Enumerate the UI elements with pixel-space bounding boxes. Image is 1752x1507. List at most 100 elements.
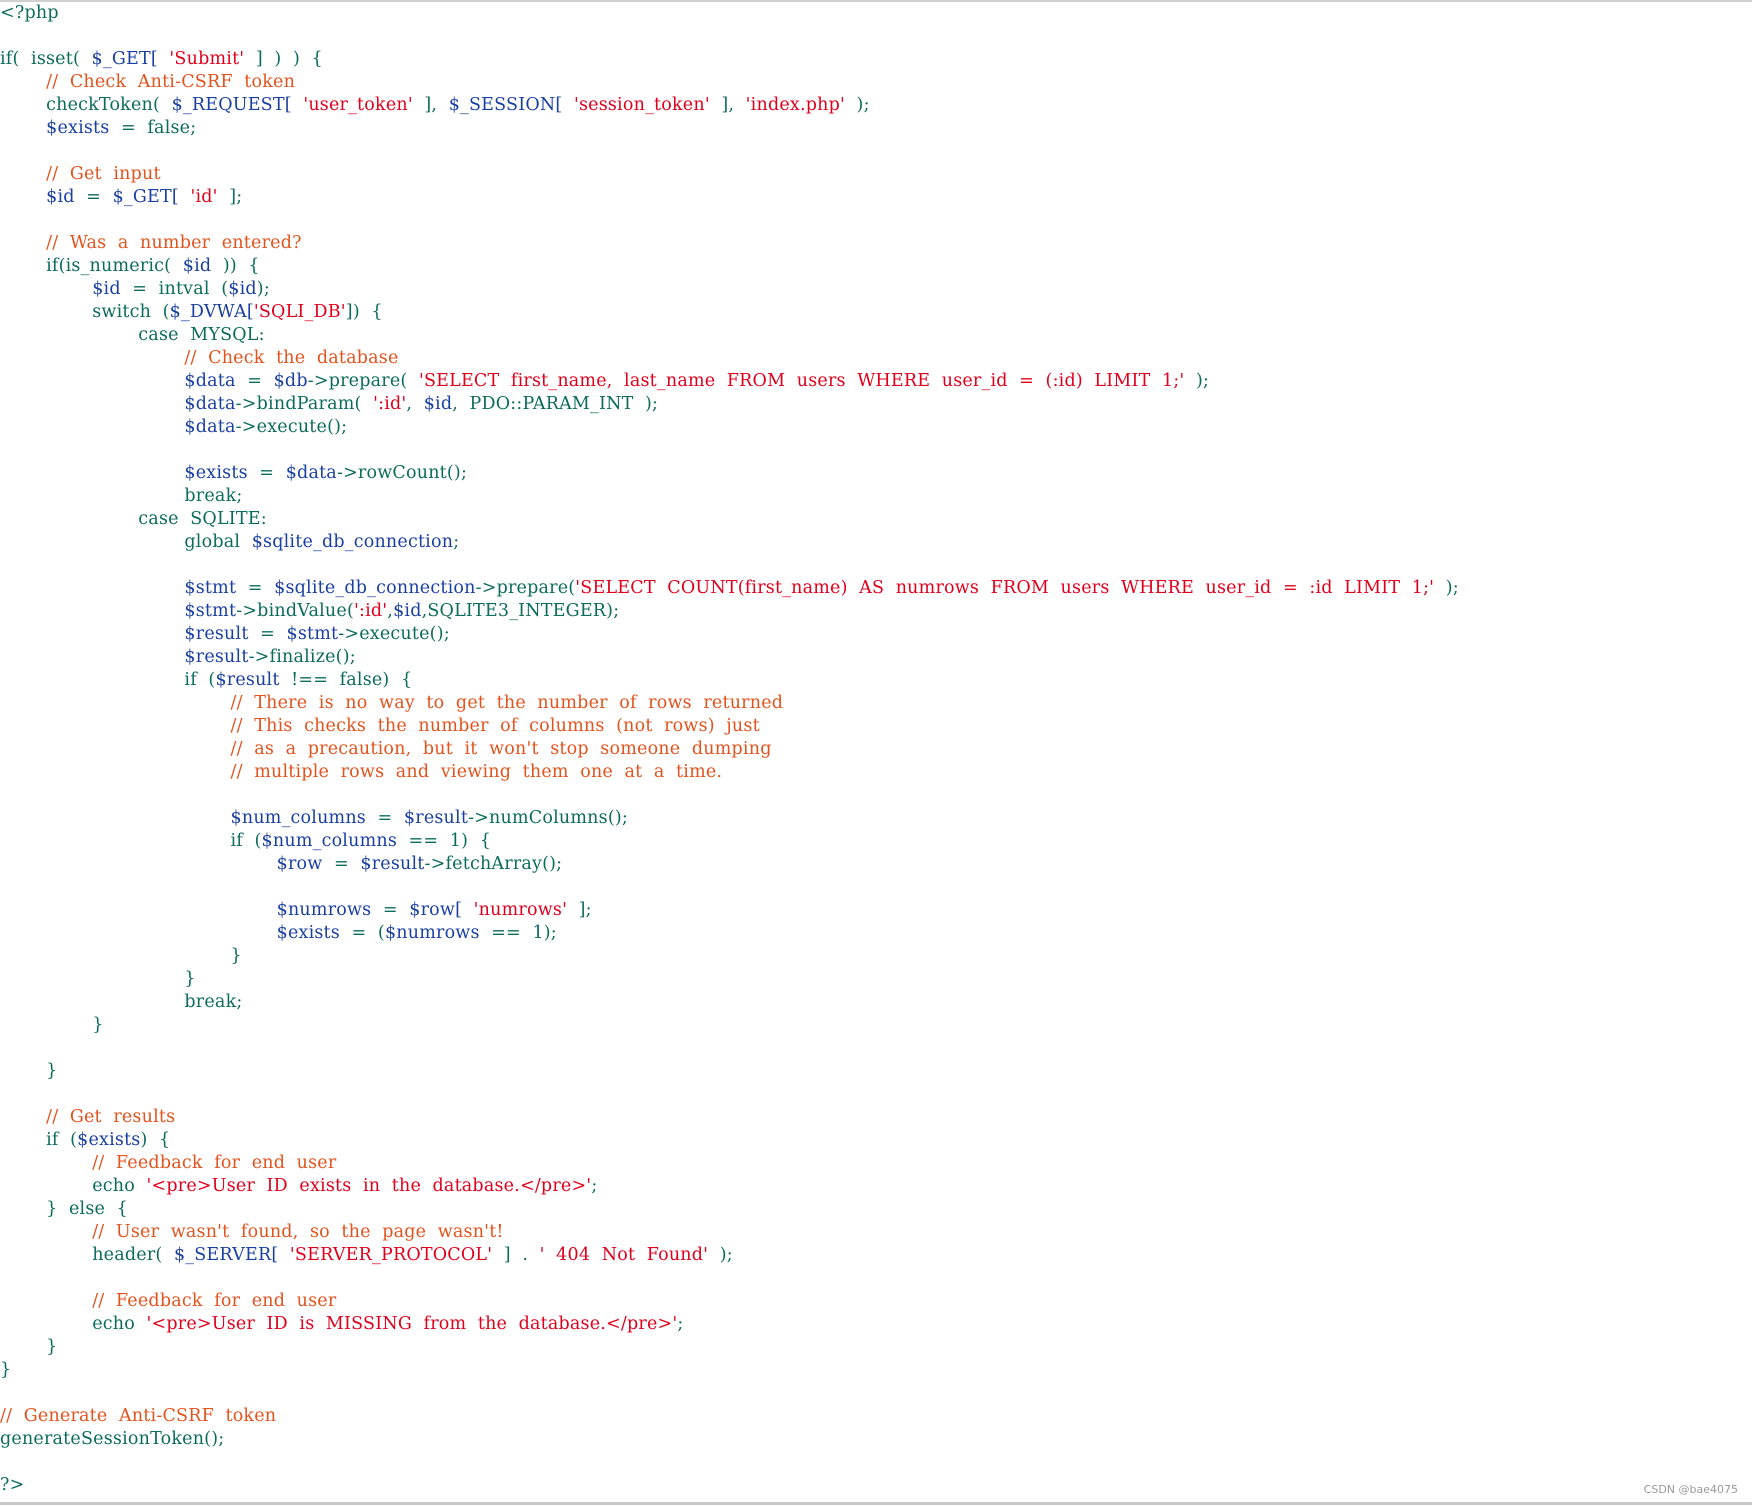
code-token-default: ,SQLITE3_INTEGER); [421, 601, 620, 621]
code-line: break; [0, 991, 242, 1014]
code-line: } else { [0, 1198, 128, 1221]
code-token-string: 'Submit' [169, 49, 245, 69]
code-token-variable: $result [184, 624, 249, 644]
code-line: if( isset( $_GET[ 'Submit' ] ) ) { [0, 48, 323, 71]
code-line: // Get input [0, 163, 161, 186]
code-token-default: , [406, 394, 424, 414]
code-token-default: ] ) ) { [244, 49, 323, 69]
code-token-variable: $num_columns [230, 808, 366, 828]
code-token-default: switch ( [0, 302, 170, 322]
code-token-comment: // Check the database [0, 348, 399, 368]
code-token-comment: // multiple rows and viewing them one at… [0, 762, 723, 782]
code-token-string: 'index.php' [745, 95, 846, 115]
code-token-string: ':id' [373, 394, 407, 414]
code-token-variable: $exists [184, 463, 248, 483]
code-token-default [0, 463, 184, 483]
code-token-comment: // User wasn't found, so the page wasn't… [0, 1222, 504, 1242]
code-line: <?php [0, 2, 59, 25]
code-token-default: ->bindParam( [235, 394, 374, 414]
watermark: CSDN @bae4075 [1643, 1483, 1738, 1496]
code-token-default [0, 371, 184, 391]
code-token-default: ->fetchArray(); [424, 854, 563, 874]
code-token-string: 'session_token' [573, 95, 710, 115]
code-line: if(is_numeric( $id )) { [0, 255, 260, 278]
code-token-variable: $stmt [184, 601, 237, 621]
code-line: ?> [0, 1474, 24, 1497]
code-token-default: ]; [567, 900, 592, 920]
code-token-default [0, 279, 92, 299]
code-token-variable: $data [184, 394, 236, 414]
code-token-string: '<pre>User ID is MISSING from the databa… [146, 1314, 678, 1334]
code-token-variable: $id [92, 279, 121, 299]
code-token-variable: $_GET[ [91, 49, 158, 69]
code-token-variable: $exists [77, 1130, 141, 1150]
code-token-variable: $id [423, 394, 453, 414]
code-token-variable: $numrows [384, 923, 480, 943]
code-token-default [0, 900, 277, 920]
code-token-variable: $data [285, 463, 337, 483]
code-line: $stmt->bindValue(':id',$id,SQLITE3_INTEG… [0, 600, 619, 623]
code-token-default: break; [0, 992, 243, 1012]
code-line: $result = $stmt->execute(); [0, 623, 450, 646]
code-token-default: header( [0, 1245, 174, 1265]
code-token-default [292, 95, 304, 115]
code-token-default [0, 417, 184, 437]
code-token-variable: $id [393, 601, 422, 621]
code-token-variable: $_REQUEST[ [171, 95, 292, 115]
code-token-default: , PDO::PARAM_INT ); [452, 394, 659, 414]
bottom-border [0, 1502, 1752, 1505]
code-line: $row = $result->fetchArray(); [0, 853, 562, 876]
code-token-default: = [248, 624, 287, 644]
code-token-variable: $data [184, 417, 236, 437]
code-token-variable: $_SESSION[ [448, 95, 563, 115]
code-line: $numrows = $row[ 'numrows' ]; [0, 899, 592, 922]
code-token-default [0, 647, 184, 667]
code-token-default: !== false) { [279, 670, 413, 690]
code-line: } [0, 1014, 104, 1037]
code-token-default [0, 118, 46, 138]
code-line: $id = intval ($id); [0, 278, 270, 301]
code-token-string: '<pre>User ID exists in the database.</p… [146, 1176, 592, 1196]
code-token-string: 'id' [190, 187, 218, 207]
code-line: $stmt = $sqlite_db_connection->prepare('… [0, 577, 1459, 600]
code-token-variable: $id [46, 187, 75, 207]
code-token-string: 'SERVER_PROTOCOL' [289, 1245, 493, 1265]
code-token-variable: $stmt [184, 578, 237, 598]
code-token-default: = [371, 900, 410, 920]
code-token-variable: $row [276, 854, 323, 874]
code-token-default: ]) { [345, 302, 383, 322]
code-token-default [0, 854, 277, 874]
code-line: case MYSQL: [0, 324, 265, 347]
code-line: if ($num_columns == 1) { [0, 830, 491, 853]
code-token-default [158, 49, 170, 69]
code-token-default [278, 1245, 290, 1265]
code-token-default: if(is_numeric( [0, 256, 183, 276]
code-token-default: ->prepare( [475, 578, 576, 598]
code-token-default: } [0, 1360, 12, 1380]
code-line: header( $_SERVER[ 'SERVER_PROTOCOL' ] . … [0, 1244, 733, 1267]
code-token-variable: $result [403, 808, 469, 828]
code-line: // Check Anti-CSRF token [0, 71, 295, 94]
code-token-variable: $result [184, 647, 249, 667]
code-token-default: = [236, 578, 275, 598]
code-token-default: } [0, 1061, 58, 1081]
code-token-string: ':id' [353, 601, 388, 621]
code-line: } [0, 1336, 57, 1359]
code-token-default: ); [1184, 371, 1210, 391]
code-token-string: 'SQLI_DB' [253, 302, 346, 322]
code-token-default: ], [709, 95, 746, 115]
code-token-default: = [235, 371, 274, 391]
code-line: generateSessionToken(); [0, 1428, 224, 1451]
code-line: global $sqlite_db_connection; [0, 531, 459, 554]
code-token-default: ] . [492, 1245, 540, 1265]
code-token-default: } [0, 1015, 104, 1035]
code-token-default: = ( [339, 923, 385, 943]
code-line: case SQLITE: [0, 508, 267, 531]
code-token-string: ' 404 Not Found' [539, 1245, 709, 1265]
code-line: if ($exists) { [0, 1129, 170, 1152]
code-token-default: global [0, 532, 252, 552]
code-editor[interactable]: <?php if( isset( $_GET[ 'Submit' ] ) ) { … [0, 2, 1752, 1502]
code-token-default: = intval ( [120, 279, 229, 299]
code-token-string: 'SELECT COUNT(first_name) AS numrows FRO… [575, 578, 1435, 598]
code-token-comment: // Feedback for end user [0, 1291, 337, 1311]
